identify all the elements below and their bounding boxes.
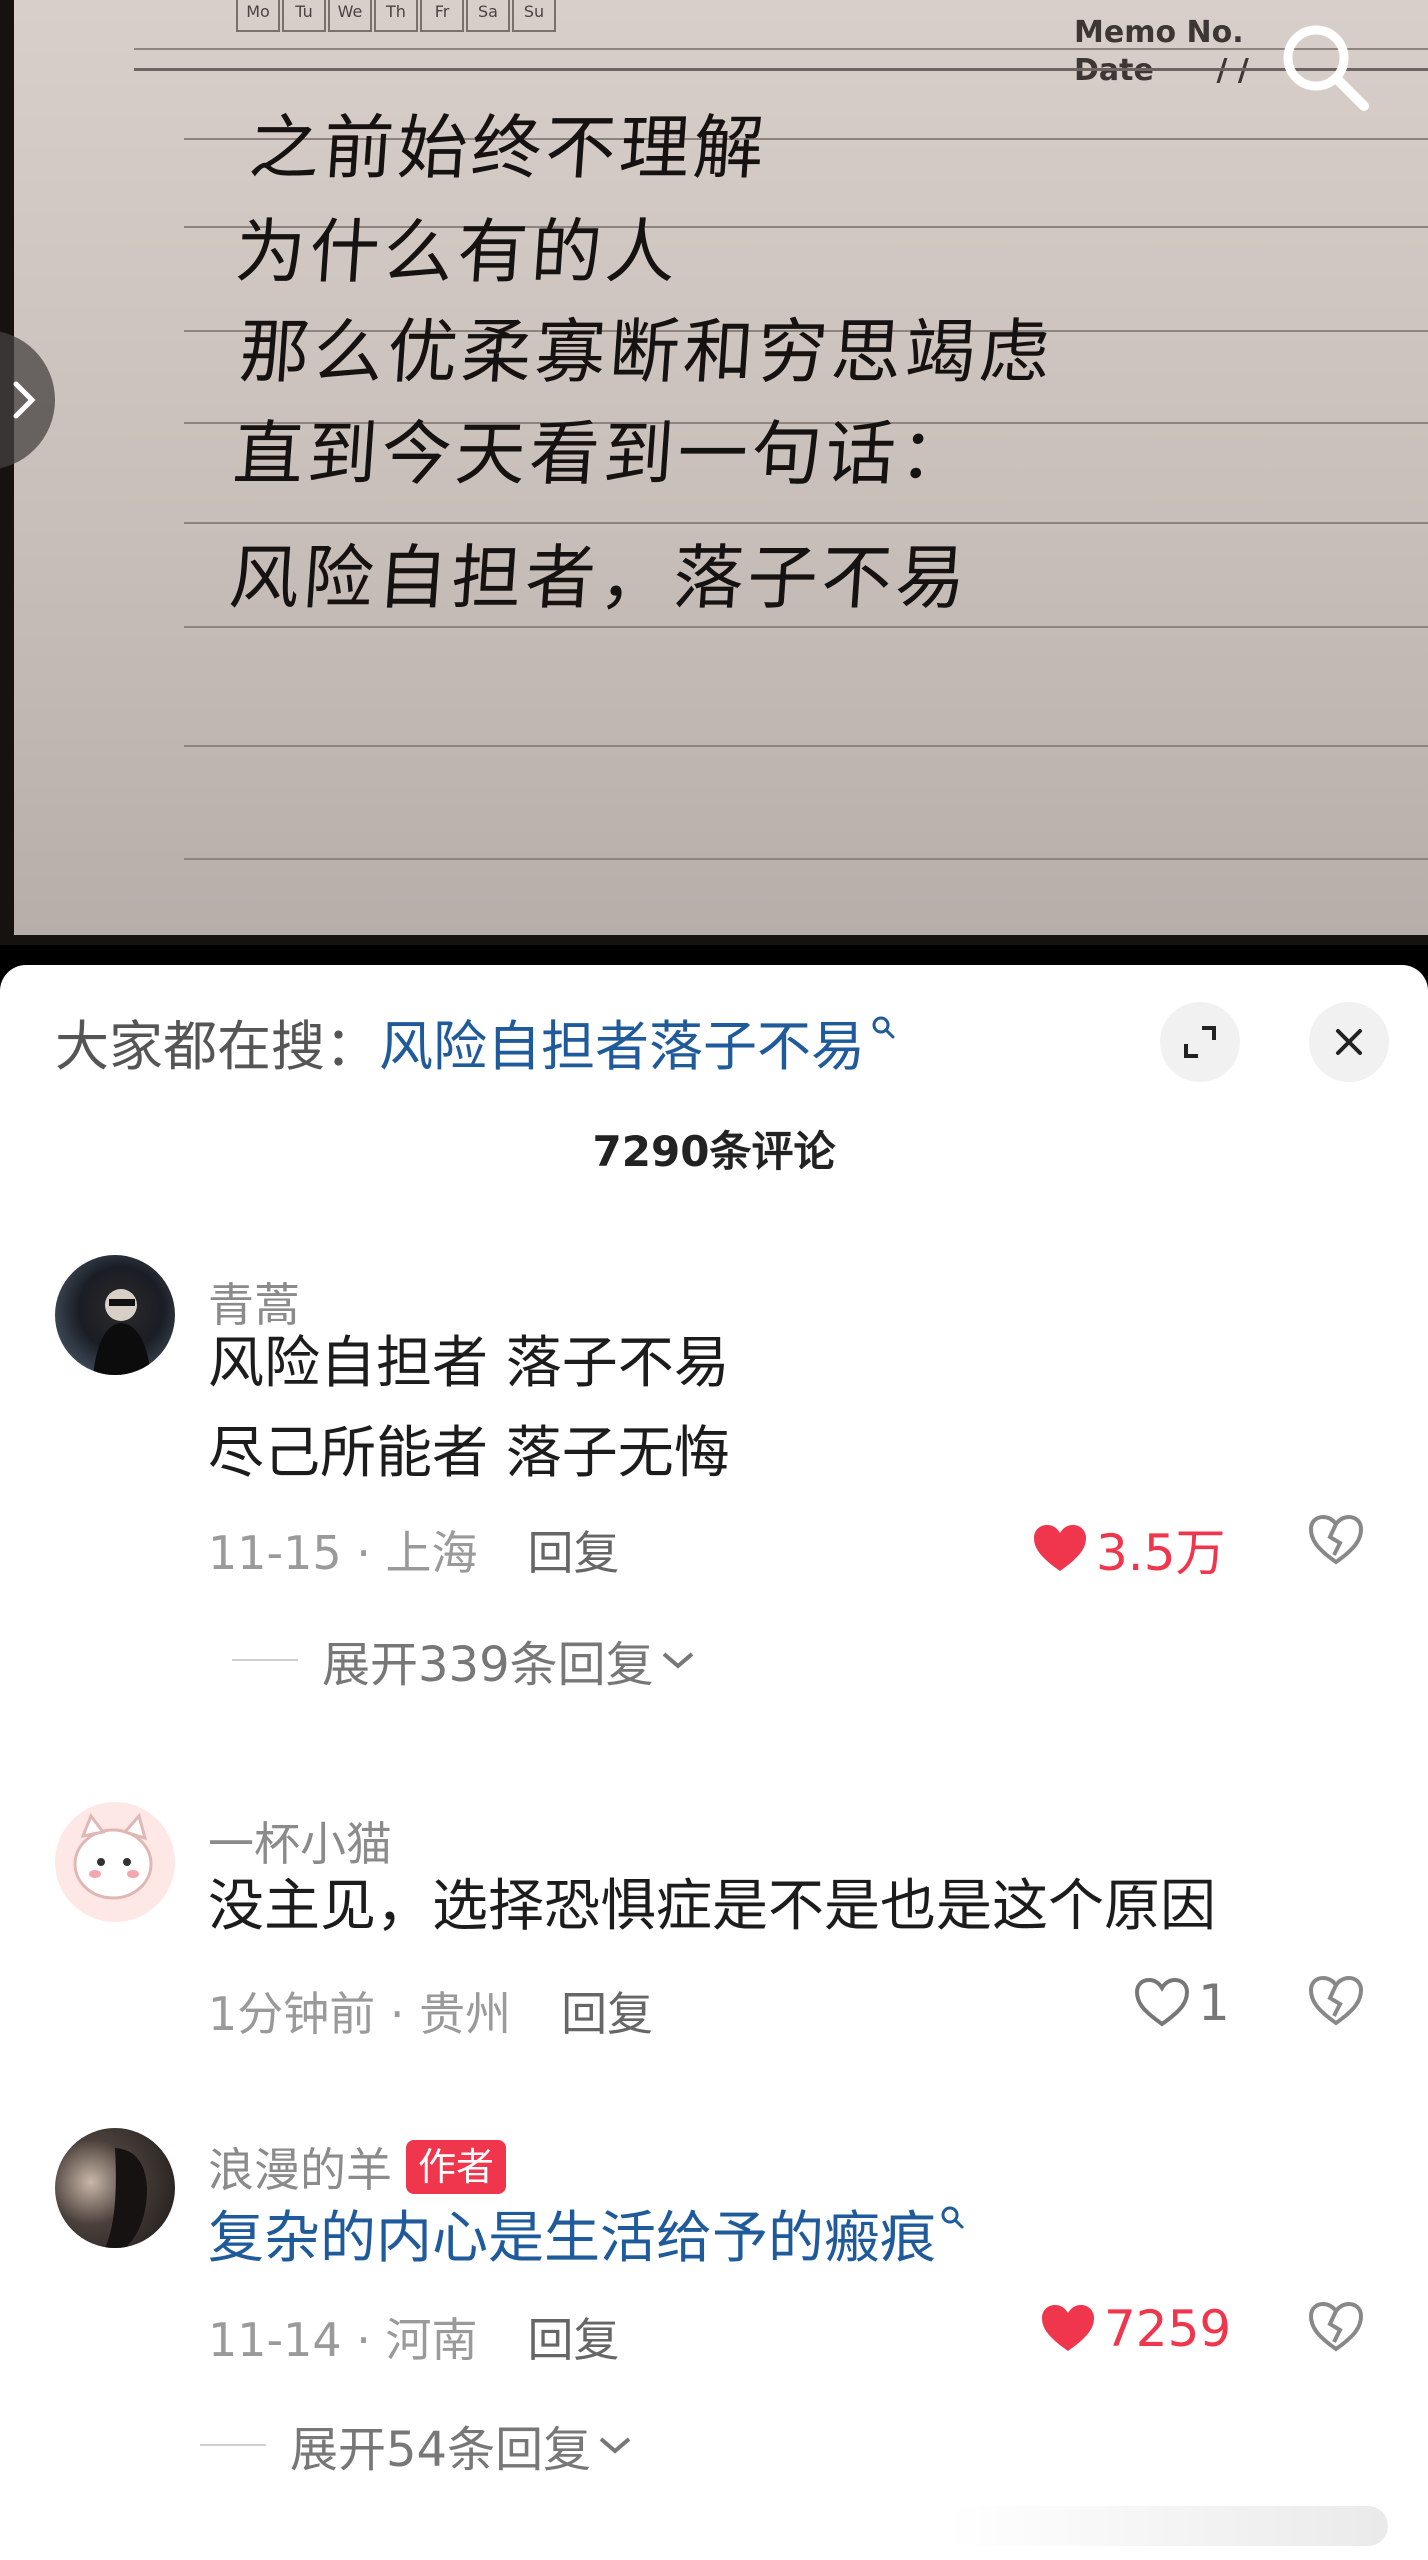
weekday-box: Mo bbox=[236, 0, 280, 32]
trending-search-bar[interactable]: 大家都在搜： 风险自担者落子不易 bbox=[55, 1001, 897, 1081]
reply-button[interactable]: 回复 bbox=[528, 1526, 620, 1580]
search-icon bbox=[941, 2206, 964, 2229]
expand-replies-button[interactable]: 展开339条回复 bbox=[232, 1625, 696, 1695]
expand-icon bbox=[1184, 1026, 1216, 1058]
heart-outline-icon bbox=[1134, 1978, 1190, 2027]
comment-text: 尽己所能者 落子无悔 bbox=[208, 1421, 730, 1486]
comment-text-link: 复杂的内心是生活给予的瘢痕 bbox=[208, 2206, 936, 2271]
divider bbox=[200, 2444, 266, 2446]
date-label: Date / / bbox=[1074, 53, 1249, 88]
comment-count: 7290条评论 bbox=[592, 1127, 836, 1176]
chevron-down-icon bbox=[599, 2437, 631, 2454]
like-button[interactable]: 3.5万 bbox=[1032, 1513, 1226, 1585]
post-image[interactable]: Mo Tu We Th Fr Sa Su Memo No. Date / / 之… bbox=[0, 0, 1428, 945]
weekday-box: Th bbox=[374, 0, 418, 32]
broken-heart-icon[interactable] bbox=[1308, 1976, 1364, 2026]
reply-button[interactable]: 回复 bbox=[561, 1987, 653, 2041]
close-icon bbox=[1336, 1029, 1362, 1055]
comment-date-location: 11-14 · 河南 bbox=[208, 2313, 478, 2367]
avatar-image bbox=[93, 1289, 151, 1375]
weekday-box: Su bbox=[512, 0, 556, 32]
handwriting-line: 之前始终不理解 bbox=[246, 107, 771, 189]
weekday-box: Sa bbox=[466, 0, 510, 32]
chevron-down-icon bbox=[662, 1652, 693, 1669]
like-count: 1 bbox=[1198, 1974, 1230, 2032]
trending-search-query[interactable]: 风险自担者落子不易 bbox=[379, 1002, 865, 1081]
search-icon bbox=[872, 1016, 895, 1039]
handwriting-line: 风险自担者，落子不易 bbox=[226, 537, 973, 619]
heart-icon bbox=[1042, 2305, 1094, 2351]
expand-replies-button[interactable]: 展开54条回复 bbox=[200, 2410, 633, 2480]
comments-panel: 大家都在搜： 风险自担者落子不易 7290条评论 青蒿 风险自担者 落子不易 尽… bbox=[0, 965, 1428, 2560]
handwriting-line: 为什么有的人 bbox=[232, 211, 683, 293]
search-icon[interactable] bbox=[1276, 18, 1376, 118]
like-button[interactable]: 1 bbox=[1134, 1974, 1230, 2032]
notebook-paper: Mo Tu We Th Fr Sa Su Memo No. Date / / 之… bbox=[14, 0, 1428, 935]
comment-date-location: 1分钟前 · 贵州 bbox=[208, 1987, 512, 2041]
expand-replies-label: 展开54条回复 bbox=[290, 2422, 592, 2478]
like-button[interactable]: 7259 bbox=[1040, 2300, 1231, 2358]
weekday-box: Tu bbox=[282, 0, 326, 32]
avatar[interactable] bbox=[55, 1255, 175, 1375]
comment-username[interactable]: 浪漫的羊 作者 bbox=[208, 2134, 507, 2200]
like-count: 3.5万 bbox=[1096, 1524, 1226, 1582]
avatar[interactable] bbox=[55, 1802, 175, 1922]
comment-text: 风险自担者 落子不易 bbox=[208, 1331, 730, 1396]
comment-text: 没主见，选择恐惧症是不是也是这个原因 bbox=[208, 1874, 1216, 1939]
comment-text[interactable]: 复杂的内心是生活给予的瘢痕 bbox=[208, 2194, 966, 2284]
avatar[interactable] bbox=[55, 2128, 175, 2248]
like-count: 7259 bbox=[1104, 2300, 1232, 2358]
author-badge: 作者 bbox=[406, 2140, 507, 2194]
divider bbox=[232, 1659, 298, 1661]
close-button[interactable] bbox=[1309, 1002, 1389, 1082]
broken-heart-icon[interactable] bbox=[1308, 1515, 1364, 1565]
broken-heart-icon[interactable] bbox=[1308, 2302, 1364, 2352]
comment-meta: 11-14 · 河南 回复 bbox=[208, 2304, 620, 2370]
comment-meta: 11-15 · 上海 回复 bbox=[208, 1517, 620, 1583]
weekday-box: We bbox=[328, 0, 372, 32]
avatar-image bbox=[73, 1812, 153, 1900]
weekday-boxes: Mo Tu We Th Fr Sa Su bbox=[236, 0, 558, 32]
heart-icon bbox=[1034, 1525, 1086, 1571]
avatar-image bbox=[105, 2148, 147, 2248]
comment-meta: 1分钟前 · 贵州 回复 bbox=[208, 1978, 653, 2044]
chevron-right-icon bbox=[13, 381, 36, 419]
comment-username-label: 浪漫的羊 bbox=[208, 2143, 392, 2197]
memo-no-label: Memo No. bbox=[1074, 15, 1244, 50]
trending-search-label: 大家都在搜： bbox=[55, 1014, 379, 1078]
weekday-box: Fr bbox=[420, 0, 464, 32]
handwriting-line: 直到今天看到一句话： bbox=[230, 413, 977, 495]
memo-header: Memo No. Date / / bbox=[1074, 14, 1249, 90]
comment-date-location: 11-15 · 上海 bbox=[208, 1526, 478, 1580]
reply-button[interactable]: 回复 bbox=[528, 2313, 620, 2367]
handwriting-line: 那么优柔寡断和穷思竭虑 bbox=[236, 311, 1057, 393]
fullscreen-button[interactable] bbox=[1160, 1002, 1240, 1082]
expand-replies-label: 展开339条回复 bbox=[322, 1637, 654, 1693]
watermark bbox=[948, 2506, 1388, 2546]
